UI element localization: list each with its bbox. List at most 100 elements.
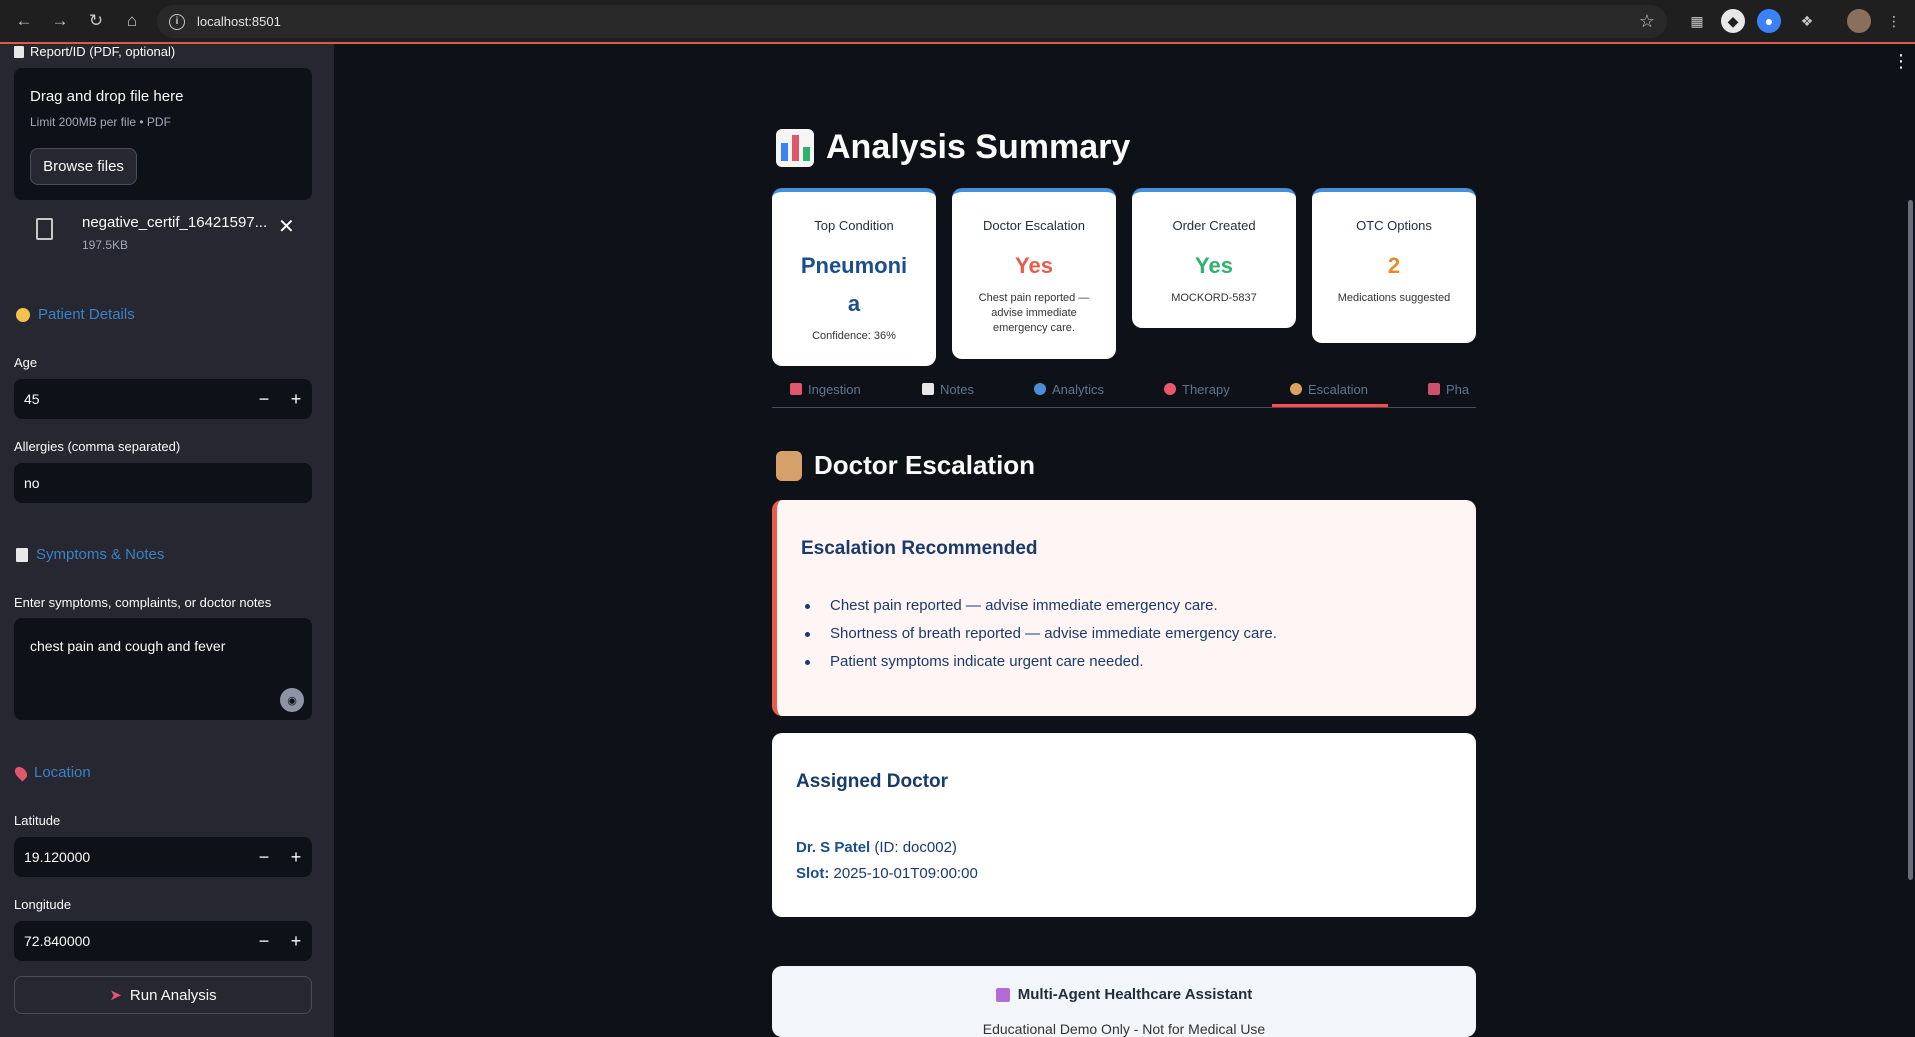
browser-menu-icon[interactable]: ⋮ (1882, 9, 1906, 33)
metric-value: Yes (1195, 253, 1233, 278)
list-item-text: Chest pain reported — advise immediate e… (830, 597, 1218, 614)
footer-title: Multi-Agent Healthcare Assistant (772, 986, 1476, 1003)
allergies-input[interactable]: no (14, 463, 312, 503)
tab-label: Ingestion (808, 381, 861, 397)
metric-card-top-condition: Top Condition Pneumoni a Confidence: 36% (772, 188, 936, 366)
analytics-icon (1034, 383, 1046, 395)
tab-notes[interactable]: Notes (922, 376, 974, 402)
latitude-label: Latitude (14, 813, 61, 828)
app-menu-icon[interactable]: ⋮ (1892, 52, 1910, 70)
metric-value: Pneumoni a (800, 253, 908, 316)
footer-subtitle: Educational Demo Only - Not for Medical … (982, 1021, 1266, 1037)
extensions-puzzle-icon[interactable]: ❖ (1795, 9, 1819, 33)
latitude-increment-button[interactable]: + (284, 845, 308, 869)
age-input[interactable]: 45 − + (14, 379, 312, 419)
longitude-input[interactable]: 72.840000 − + (14, 921, 312, 961)
main-scrollbar[interactable] (1908, 200, 1913, 880)
extension-blue-icon[interactable]: ● (1757, 9, 1781, 33)
pharmacy-icon (1428, 383, 1440, 395)
rocket-icon: ➤ (109, 987, 122, 1004)
location-pin-icon (12, 764, 30, 781)
tab-label: Therapy (1182, 381, 1230, 397)
extension-shield-icon[interactable]: ◆ (1721, 9, 1745, 33)
alert-list: Chest pain reported — advise immediate e… (801, 592, 1277, 676)
metric-sub: MOCKORD-5837 (1171, 292, 1257, 304)
metric-card-otc-options: OTC Options 2 Medications suggested (1312, 188, 1476, 343)
tab-ingestion[interactable]: Ingestion (790, 376, 861, 402)
inbox-icon (790, 383, 802, 395)
bookmark-star-icon[interactable]: ☆ (1639, 11, 1655, 32)
bar-chart-icon (776, 128, 814, 167)
footer-title-text: Multi-Agent Healthcare Assistant (1017, 986, 1253, 1003)
file-uploader-dropzone[interactable]: Drag and drop file here Limit 200MB per … (14, 68, 312, 200)
list-item: Shortness of breath reported — advise im… (801, 620, 1277, 648)
run-analysis-label: Run Analysis (129, 986, 217, 1004)
age-increment-button[interactable]: + (284, 387, 308, 411)
tab-escalation[interactable]: Escalation (1290, 376, 1368, 402)
tab-label: Analytics (1052, 381, 1105, 397)
metric-sub: Confidence: 36% (812, 330, 896, 342)
allergies-value: no (24, 475, 40, 491)
back-arrow-icon[interactable]: ← (6, 3, 42, 39)
location-header: Location (12, 764, 91, 781)
extension-icon[interactable]: ▦ (1685, 9, 1709, 33)
symptoms-value: chest pain and cough and fever (30, 638, 226, 654)
slot-value: 2025-10-01T09:00:00 (833, 865, 978, 882)
page-title-text: Analysis Summary (826, 128, 1131, 166)
page-title: Analysis Summary (776, 128, 1130, 167)
uploaded-file-row: negative_certif_16421597... 197.5KB ✕ (36, 214, 306, 254)
browse-files-button[interactable]: Browse files (30, 148, 137, 185)
tab-therapy[interactable]: Therapy (1164, 376, 1230, 402)
remove-file-icon[interactable]: ✕ (278, 214, 295, 239)
longitude-increment-button[interactable]: + (284, 929, 308, 953)
doctor-icon (776, 450, 802, 481)
list-item: Chest pain reported — advise immediate e… (801, 592, 1277, 620)
patient-details-header-text: Patient Details (38, 306, 135, 323)
reload-icon[interactable]: ↻ (78, 3, 114, 39)
section-title-text: Doctor Escalation (814, 450, 1036, 480)
memo-icon (922, 383, 934, 395)
escalation-alert-card: Escalation Recommended Chest pain report… (772, 500, 1476, 716)
symptoms-textarea[interactable]: chest pain and cough and fever ◉ (14, 618, 312, 720)
hospital-icon (995, 987, 1010, 1002)
age-value: 45 (24, 391, 40, 407)
longitude-label: Longitude (14, 897, 72, 912)
browser-chrome: ← → ↻ ⌂ i localhost:8501 ☆ ▦ ◆ ● ❖ ⋮ (0, 0, 1915, 44)
patient-details-header: Patient Details (16, 306, 135, 323)
profile-avatar[interactable] (1847, 9, 1871, 33)
slot-label: Slot: (796, 865, 830, 882)
metric-label: OTC Options (1356, 218, 1432, 233)
doctor-name-line: Dr. S Patel (ID: doc002) (796, 839, 957, 856)
footer-card: Multi-Agent Healthcare Assistant Educati… (772, 966, 1476, 1037)
assigned-doctor-card: Assigned Doctor Dr. S Patel (ID: doc002)… (772, 733, 1476, 917)
doctor-icon (1290, 383, 1302, 395)
voice-input-icon[interactable]: ◉ (280, 688, 304, 712)
site-info-icon[interactable]: i (169, 13, 185, 30)
active-tab-indicator (1272, 404, 1388, 407)
allergies-label: Allergies (comma separated) (14, 439, 181, 454)
upload-limit-text: Limit 200MB per file • PDF (30, 115, 171, 129)
file-icon (36, 218, 53, 240)
tab-label: Notes (940, 381, 974, 397)
forward-arrow-icon[interactable]: → (42, 3, 78, 39)
alert-title: Escalation Recommended (801, 538, 1038, 559)
latitude-input[interactable]: 19.120000 − + (14, 837, 312, 877)
latitude-value: 19.120000 (24, 849, 91, 865)
tab-analytics[interactable]: Analytics (1034, 376, 1104, 402)
symptoms-notes-header-text: Symptoms & Notes (36, 546, 165, 563)
file-name: negative_certif_16421597... (82, 214, 268, 231)
notes-icon (16, 547, 28, 562)
run-analysis-button[interactable]: ➤ Run Analysis (14, 976, 312, 1014)
list-item-text: Shortness of breath reported — advise im… (830, 625, 1277, 642)
doctor-id: (ID: doc002) (874, 839, 957, 856)
symptoms-notes-header: Symptoms & Notes (16, 546, 164, 563)
longitude-value: 72.840000 (24, 933, 91, 949)
doctor-slot-line: Slot: 2025-10-01T09:00:00 (796, 865, 978, 882)
tab-label: Escalation (1308, 381, 1368, 397)
tab-pharmacy[interactable]: Pha (1428, 376, 1476, 402)
address-bar[interactable]: i localhost:8501 ☆ (157, 5, 1667, 38)
age-decrement-button[interactable]: − (252, 387, 276, 411)
home-icon[interactable]: ⌂ (114, 3, 150, 39)
longitude-decrement-button[interactable]: − (252, 929, 276, 953)
latitude-decrement-button[interactable]: − (252, 845, 276, 869)
